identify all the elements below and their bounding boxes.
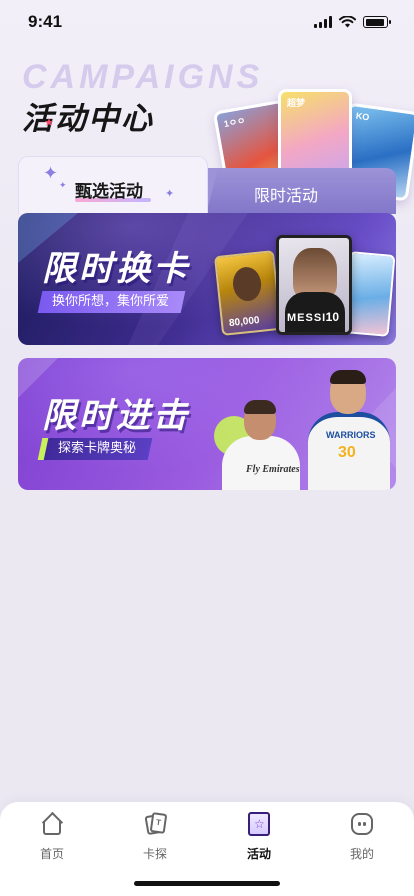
cards-icon: T <box>143 812 168 836</box>
curry-jersey-number: 30 <box>338 444 356 461</box>
battery-icon <box>363 16 391 28</box>
messi-card-number: 10 <box>325 310 339 324</box>
tab-limited-time-label: 限时活动 <box>254 186 319 205</box>
status-time: 9:41 <box>28 12 63 31</box>
status-icons <box>314 16 391 28</box>
star-icon: ★ <box>44 116 54 129</box>
wifi-icon <box>339 16 356 28</box>
banner-title: 限时进击 <box>42 396 190 436</box>
messi-card-name: MESSI <box>287 312 327 324</box>
star-badge-icon: ☆ <box>247 812 271 836</box>
banner-subtitle: 探索卡牌奥秘 <box>37 438 153 460</box>
sparkle-icon: ✦ <box>43 163 59 184</box>
banner-subtitle: 换你所想，集你所爱 <box>37 291 186 313</box>
curry-player-image: WARRIORS 30 <box>306 368 392 490</box>
curry-jersey-team: WARRIORS <box>326 430 376 440</box>
ronaldo-jersey-text: Fly Emirates <box>246 464 300 475</box>
home-indicator[interactable] <box>134 881 280 886</box>
tab-limited-time[interactable]: 限时活动 <box>196 168 396 214</box>
nav-item-home-label: 首页 <box>39 847 64 861</box>
header-card-3-label: KO <box>355 110 370 123</box>
nav-item-home[interactable]: 首页 <box>12 811 92 862</box>
banner-card-attack[interactable]: 限时进击 探索卡牌奥秘 Fly Emirates WARRIORS 30 <box>18 358 396 490</box>
banner-card-exchange[interactable]: 限时换卡 换你所想，集你所爱 80,000 MESSI 10 <box>18 213 396 345</box>
nav-item-campaigns[interactable]: ☆ 活动 <box>219 812 299 862</box>
header-card-2-label: 超梦 <box>287 98 306 108</box>
ronaldo-player-image: Fly Emirates <box>218 398 304 490</box>
nav-item-campaigns-label: 活动 <box>246 847 271 861</box>
lebron-card-number: 80,000 <box>228 314 261 330</box>
sparkle-icon: ✦ <box>59 181 67 191</box>
smiley-face-icon <box>350 812 374 836</box>
nav-item-cards-label: 卡探 <box>142 847 167 861</box>
status-bar: 9:41 <box>0 0 414 46</box>
signal-icon <box>314 16 332 28</box>
campaign-tabs: 限时活动 ✦ ✦ ✦ 甄选活动 <box>18 156 396 214</box>
header-title-cn: 活动中心 <box>22 101 154 137</box>
nav-item-cards[interactable]: T 卡探 <box>115 812 195 862</box>
messi-card-image: MESSI 10 <box>276 235 352 335</box>
home-icon <box>40 811 64 836</box>
nav-item-profile[interactable]: 我的 <box>322 812 402 862</box>
bottom-tab-bar: 首页 T 卡探 ☆ 活动 我的 <box>0 802 414 896</box>
tab-featured[interactable]: ✦ ✦ ✦ 甄选活动 <box>18 156 208 214</box>
header-card-1-label: 1ㅇㅇ <box>223 115 247 130</box>
page-header: CAMPAIGNS 活动中心 ★ 1ㅇㅇ KO 超梦 <box>0 55 414 202</box>
nav-item-profile-label: 我的 <box>349 847 374 861</box>
banner-title: 限时换卡 <box>42 249 190 289</box>
lebron-card-image: 80,000 <box>213 250 283 336</box>
tab-featured-label: 甄选活动 <box>75 182 143 202</box>
sparkle-icon: ✦ <box>165 187 175 200</box>
